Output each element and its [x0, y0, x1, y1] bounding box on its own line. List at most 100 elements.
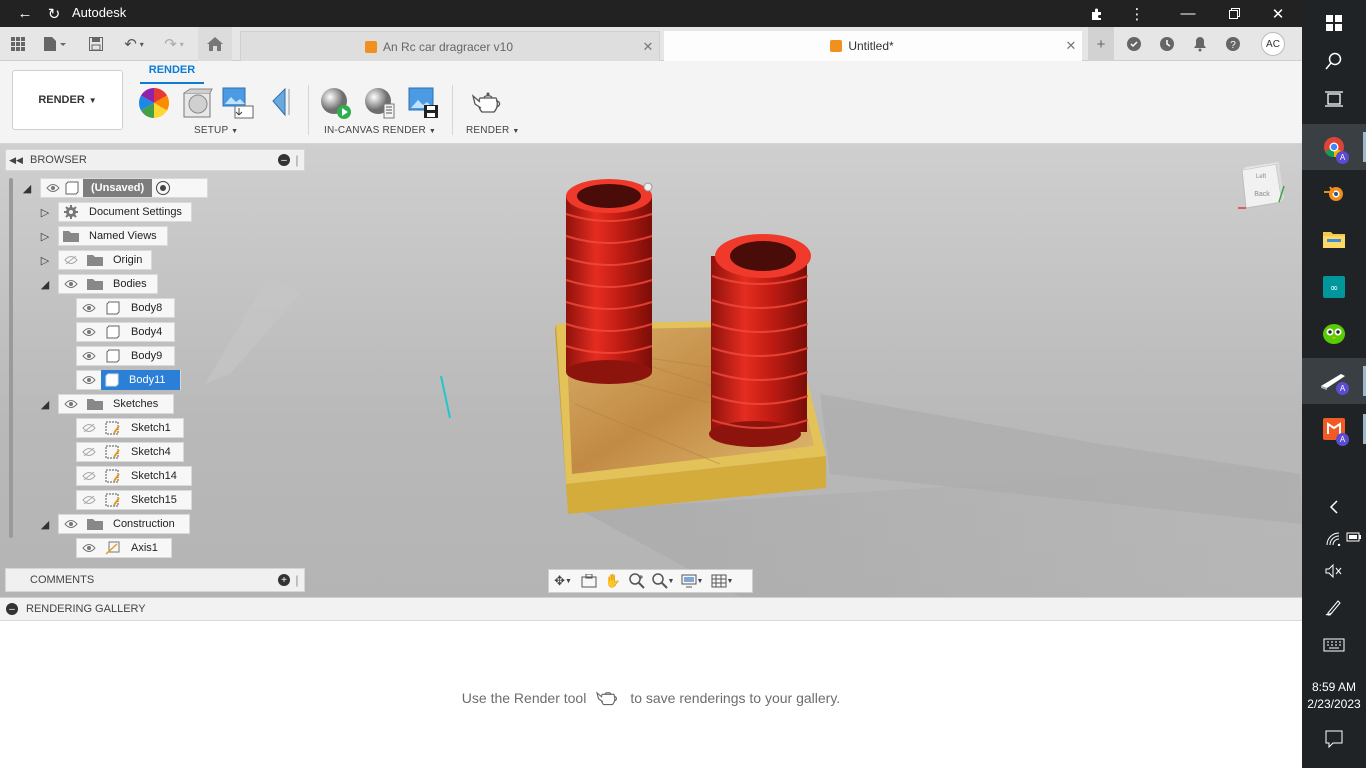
tree-item-document-settings[interactable]: ▷ Document Settings: [38, 202, 192, 222]
visibility-eye-icon[interactable]: [63, 277, 79, 291]
tree-item-sketch1[interactable]: Sketch1: [76, 418, 184, 438]
in-canvas-render-group-label[interactable]: IN-CANVAS RENDER ▼: [324, 125, 436, 136]
file-menu-icon[interactable]: [40, 33, 70, 55]
visibility-eye-icon[interactable]: [63, 517, 79, 531]
visibility-eye-icon[interactable]: [81, 541, 97, 555]
fit-icon[interactable]: ▼: [649, 570, 677, 592]
visibility-eye-icon[interactable]: [81, 373, 97, 387]
zoom-icon[interactable]: [625, 570, 649, 592]
tab-untitled[interactable]: Untitled* ✕: [664, 31, 1082, 61]
render-group-label[interactable]: RENDER ▼: [466, 125, 520, 136]
physical-material-icon[interactable]: [180, 85, 216, 121]
notifications-icon[interactable]: [1188, 33, 1212, 55]
collapsed-triangle-icon[interactable]: ▷: [38, 229, 52, 243]
battery-icon[interactable]: [1346, 532, 1362, 542]
tree-item-body9[interactable]: Body9: [76, 346, 175, 366]
minimize-panel-icon[interactable]: –: [278, 154, 290, 166]
visibility-eye-icon[interactable]: [81, 349, 97, 363]
in-canvas-render-icon[interactable]: [318, 85, 354, 121]
arduino-icon[interactable]: ∞: [1302, 264, 1366, 310]
tree-item-sketch15[interactable]: Sketch15: [76, 490, 192, 510]
scene-settings-icon[interactable]: [220, 85, 256, 121]
job-status-icon[interactable]: [1155, 33, 1179, 55]
visibility-eye-icon[interactable]: [81, 301, 97, 315]
hidden-eye-icon[interactable]: [81, 421, 97, 435]
visibility-eye-icon[interactable]: [63, 397, 79, 411]
tree-item-origin[interactable]: ▷ Origin: [38, 250, 152, 270]
appearance-tool-icon[interactable]: [136, 85, 172, 121]
action-center-icon[interactable]: [1302, 716, 1366, 762]
hidden-eye-icon[interactable]: [81, 469, 97, 483]
redo-icon[interactable]: ↷ ▾: [158, 33, 190, 55]
canvas-viewport[interactable]: Left Back: [0, 144, 1302, 597]
extensions-hub-icon[interactable]: [1122, 33, 1146, 55]
close-tab-icon[interactable]: ✕: [637, 39, 659, 55]
extensions-icon[interactable]: [1086, 0, 1108, 27]
refresh-icon[interactable]: ↻: [42, 0, 66, 27]
collapse-browser-icon[interactable]: ◀◀: [6, 155, 26, 166]
render-teapot-icon[interactable]: [470, 85, 506, 121]
tree-root[interactable]: ◢ (Unsaved): [20, 178, 208, 198]
expanded-triangle-icon[interactable]: ◢: [38, 277, 52, 291]
tree-item-body11[interactable]: Body11: [76, 370, 181, 390]
panel-pin-icon[interactable]: ❘: [290, 574, 304, 587]
collapsed-triangle-icon[interactable]: ▷: [38, 205, 52, 219]
undo-icon[interactable]: ↶ ▾: [118, 33, 150, 55]
task-view-icon[interactable]: [1302, 76, 1366, 122]
tree-item-bodies[interactable]: ◢ Bodies: [38, 274, 158, 294]
collapse-gallery-icon[interactable]: –: [6, 603, 18, 615]
rendering-gallery-header[interactable]: – RENDERING GALLERY: [0, 597, 1302, 621]
hidden-eye-icon[interactable]: [63, 253, 79, 267]
browser-scrollbar[interactable]: [9, 178, 13, 538]
tree-item-axis1[interactable]: Axis1: [76, 538, 172, 558]
scene-render[interactable]: Left Back: [0, 144, 1302, 597]
orbit-icon[interactable]: ✥ ▼: [549, 570, 577, 592]
add-comment-icon[interactable]: +: [278, 574, 290, 586]
view-cube[interactable]: Left Back: [1238, 162, 1285, 209]
file-explorer-icon[interactable]: [1302, 216, 1366, 262]
expanded-triangle-icon[interactable]: ◢: [38, 397, 52, 411]
blender-icon[interactable]: [1302, 170, 1366, 216]
close-window-icon[interactable]: ✕: [1266, 0, 1290, 27]
tree-item-body4[interactable]: Body4: [76, 322, 175, 342]
user-avatar[interactable]: AC: [1261, 32, 1285, 56]
setup-group-label[interactable]: SETUP ▼: [194, 125, 238, 136]
clock-time[interactable]: 8:59 AM: [1302, 680, 1366, 694]
look-at-icon[interactable]: [577, 570, 601, 592]
close-tab-icon[interactable]: ✕: [1060, 38, 1082, 54]
tab-render[interactable]: RENDER: [140, 64, 204, 84]
decal-tool-icon[interactable]: [264, 85, 300, 121]
pan-hand-icon[interactable]: ✋: [601, 570, 625, 592]
expanded-triangle-icon[interactable]: ◢: [38, 517, 52, 531]
save-icon[interactable]: [86, 33, 106, 55]
workspace-switcher-button[interactable]: RENDER ▼: [12, 70, 123, 130]
visibility-eye-icon[interactable]: [45, 181, 61, 195]
hidden-eye-icon[interactable]: [81, 493, 97, 507]
tree-item-body8[interactable]: Body8: [76, 298, 175, 318]
new-tab-icon[interactable]: +: [1088, 27, 1114, 61]
capture-image-icon[interactable]: [406, 85, 442, 121]
help-icon[interactable]: ?: [1221, 33, 1245, 55]
back-arrow-icon[interactable]: ←: [12, 0, 38, 27]
chrome-icon[interactable]: A: [1302, 124, 1366, 170]
tree-item-sketches[interactable]: ◢ Sketches: [38, 394, 174, 414]
clock-date[interactable]: 2/23/2023: [1302, 697, 1366, 711]
tree-item-construction[interactable]: ◢ Construction: [38, 514, 190, 534]
expanded-triangle-icon[interactable]: ◢: [20, 181, 34, 195]
display-settings-icon[interactable]: ▼: [677, 570, 707, 592]
in-canvas-settings-icon[interactable]: [362, 85, 398, 121]
collapsed-triangle-icon[interactable]: ▷: [38, 253, 52, 267]
tree-item-sketch14[interactable]: Sketch14: [76, 466, 192, 486]
tree-item-named-views[interactable]: ▷ Named Views: [38, 226, 168, 246]
panel-pin-icon[interactable]: ❘: [290, 154, 304, 167]
activate-component-icon[interactable]: [156, 181, 171, 195]
restore-icon[interactable]: [1222, 0, 1246, 27]
grid-settings-icon[interactable]: ▼: [707, 570, 737, 592]
duolingo-icon[interactable]: [1302, 310, 1366, 356]
touch-keyboard-icon[interactable]: [1302, 622, 1366, 668]
comments-panel-header[interactable]: COMMENTS + ❘: [5, 568, 305, 592]
minimize-icon[interactable]: —: [1176, 0, 1200, 27]
hidden-eye-icon[interactable]: [81, 445, 97, 459]
tree-item-sketch4[interactable]: Sketch4: [76, 442, 184, 462]
home-icon[interactable]: [198, 27, 232, 61]
